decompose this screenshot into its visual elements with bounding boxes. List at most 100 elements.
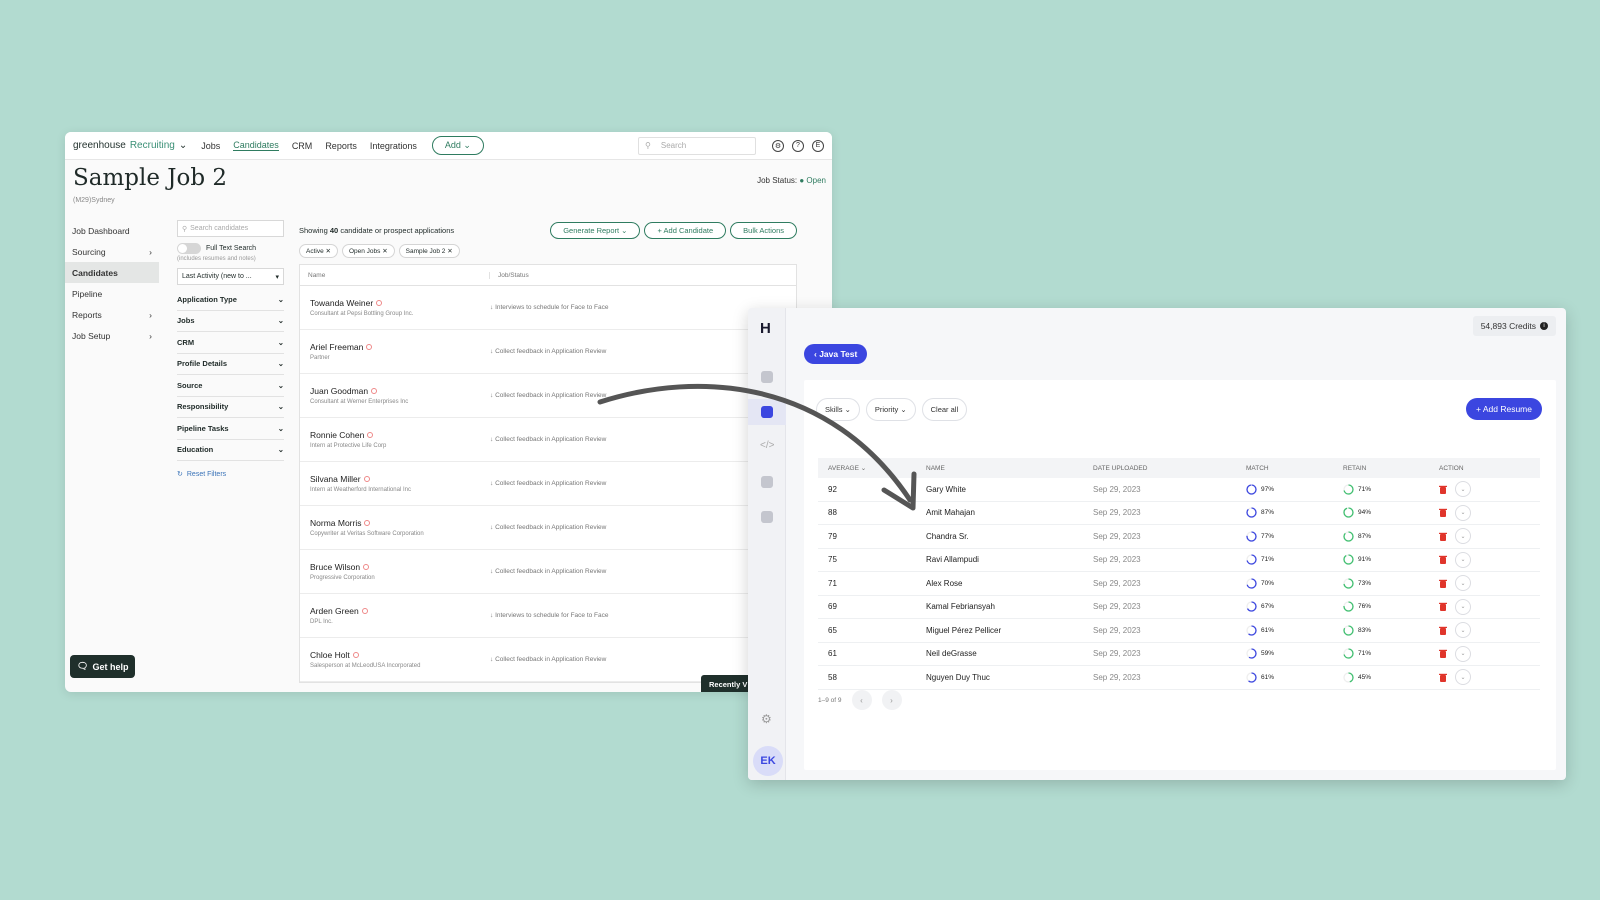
expand-row-button[interactable]: ⌄ — [1455, 669, 1471, 686]
avatar[interactable]: EK — [753, 746, 783, 776]
sidebar-item-plugins[interactable] — [748, 469, 786, 495]
filter-source[interactable]: Source ⌄ — [177, 375, 284, 397]
table-row[interactable]: 79 Chandra Sr. Sep 29, 2023 77% 87% ⌄ — [818, 525, 1540, 549]
priority-filter[interactable]: Priority ⌄ — [865, 398, 916, 421]
table-row[interactable]: 71 Alex Rose Sep 29, 2023 70% 73% ⌄ — [818, 572, 1540, 596]
sidebar-item-sourcing[interactable]: Sourcing › — [65, 241, 159, 262]
col-match[interactable]: MATCH — [1246, 465, 1343, 472]
resume-name[interactable]: Gary White — [926, 485, 1093, 494]
nav-candidates[interactable]: Candidates — [233, 140, 279, 151]
candidate-name-link[interactable]: Ronnie Cohen — [310, 430, 490, 440]
resume-name[interactable]: Ravi Allampudi — [926, 555, 1093, 564]
trash-icon[interactable] — [1439, 555, 1447, 565]
reset-filters-link[interactable]: ↻ Reset Filters — [177, 470, 284, 479]
table-row[interactable]: Ariel Freeman Partner ↓ Collect feedback i… — [300, 330, 796, 374]
sidebar-item-job-setup[interactable]: Job Setup › — [65, 325, 159, 346]
table-row[interactable]: Norma Morris Copywriter at Veritas Softwa… — [300, 506, 796, 550]
table-row[interactable]: 88 Amit Mahajan Sep 29, 2023 87% 94% ⌄ — [818, 502, 1540, 525]
filter-education[interactable]: Education ⌄ — [177, 440, 284, 461]
filter-responsibility[interactable]: Responsibility ⌄ — [177, 397, 284, 418]
trash-icon[interactable] — [1439, 508, 1447, 518]
candidate-name-link[interactable]: Juan Goodman — [310, 386, 490, 396]
table-row[interactable]: Juan Goodman Consultant at Werner Enterpr… — [300, 374, 796, 418]
table-row[interactable]: 61 Neil deGrasse Sep 29, 2023 59% 71% ⌄ — [818, 643, 1540, 666]
sidebar-item-job-dashboard[interactable]: Job Dashboard — [65, 220, 159, 241]
filter-jobs[interactable]: Jobs ⌄ — [177, 311, 284, 332]
table-row[interactable]: Silvana Miller Intern at Weatherford Inte… — [300, 462, 796, 506]
candidate-name-link[interactable]: Norma Morris — [310, 518, 490, 528]
col-date-uploaded[interactable]: DATE UPLOADED — [1093, 465, 1246, 472]
add-resume-button[interactable]: + Add Resume — [1466, 398, 1542, 420]
nav-reports[interactable]: Reports — [325, 141, 357, 151]
resume-name[interactable]: Nguyen Duy Thuc — [926, 673, 1093, 682]
expand-row-button[interactable]: ⌄ — [1455, 598, 1471, 615]
info-icon[interactable]: i — [1540, 322, 1548, 330]
expand-row-button[interactable]: ⌄ — [1455, 645, 1471, 662]
expand-row-button[interactable]: ⌄ — [1455, 481, 1471, 498]
resume-name[interactable]: Miguel Pérez Pellicer — [926, 626, 1093, 635]
skills-filter[interactable]: Skills ⌄ — [816, 398, 860, 421]
col-retain[interactable]: RETAIN — [1343, 465, 1439, 472]
table-row[interactable]: 65 Miguel Pérez Pellicer Sep 29, 2023 61% 83… — [818, 619, 1540, 643]
close-icon[interactable]: ✕ — [326, 248, 331, 255]
trash-icon[interactable] — [1439, 673, 1447, 682]
candidate-name-link[interactable]: Silvana Miller — [310, 474, 490, 484]
candidate-search-input[interactable]: ⚲ Search candidates — [177, 220, 284, 237]
col-average[interactable]: AVERAGE ⌄ — [818, 464, 926, 472]
bulk-actions-button[interactable]: Bulk Actions — [730, 221, 797, 239]
filter-crm[interactable]: CRM ⌄ — [177, 332, 284, 354]
table-row[interactable]: Bruce Wilson Progressive Corporation ↓ Col… — [300, 550, 796, 594]
resume-name[interactable]: Chandra Sr. — [926, 532, 1093, 541]
add-button[interactable]: Add ⌄ — [431, 136, 484, 155]
generate-report-button[interactable]: Generate Report ⌄ — [550, 221, 641, 239]
candidate-name-link[interactable]: Arden Green — [310, 606, 490, 616]
get-help-button[interactable]: 🗨 Get help — [70, 655, 136, 678]
nav-jobs[interactable]: Jobs — [201, 141, 220, 151]
resume-name[interactable]: Kamal Febriansyah — [926, 602, 1093, 611]
table-row[interactable]: Arden Green DPL Inc. ↓ Interviews to sched… — [300, 594, 796, 638]
next-page-button[interactable]: › — [881, 690, 902, 710]
col-job-status[interactable]: Job/Status — [490, 272, 529, 279]
expand-row-button[interactable]: ⌄ — [1455, 575, 1471, 592]
table-row[interactable]: Ronnie Cohen Intern at Protective Life Co… — [300, 418, 796, 462]
col-name[interactable]: Name — [300, 271, 490, 279]
nav-integrations[interactable]: Integrations — [370, 141, 417, 151]
sort-select[interactable]: Last Activity (new to ... ▾ — [177, 268, 284, 285]
candidate-name-link[interactable]: Bruce Wilson — [310, 562, 490, 572]
back-button[interactable]: ‹ Java Test — [804, 344, 868, 364]
candidate-name-link[interactable]: Towanda Weiner — [310, 298, 490, 308]
filter-chip-sample-job[interactable]: Sample Job 2 ✕ — [398, 244, 460, 258]
trash-icon[interactable] — [1439, 485, 1447, 494]
candidate-name-link[interactable]: Ariel Freeman — [310, 342, 490, 352]
user-icon[interactable]: E — [812, 139, 824, 152]
expand-row-button[interactable]: ⌄ — [1455, 504, 1471, 521]
resume-name[interactable]: Amit Mahajan — [926, 508, 1093, 517]
sidebar-item-pipeline[interactable]: Pipeline — [65, 283, 159, 304]
gear-icon[interactable]: ⚙ — [761, 712, 772, 726]
greenhouse-logo[interactable]: greenhouse Recruiting ⌄ — [73, 140, 187, 151]
col-name[interactable]: NAME — [926, 465, 1093, 472]
sidebar-item-reports[interactable]: Reports › — [65, 304, 159, 325]
full-text-search-toggle[interactable] — [177, 243, 201, 254]
clear-all-button[interactable]: Clear all — [921, 398, 968, 421]
filter-profile-details[interactable]: Profile Details ⌄ — [177, 354, 284, 375]
help-icon[interactable]: ? — [792, 139, 804, 152]
trash-icon[interactable] — [1439, 532, 1447, 541]
table-row[interactable]: Towanda Weiner Consultant at Pepsi Bottli… — [300, 286, 796, 330]
table-row[interactable]: 75 Ravi Allampudi Sep 29, 2023 71% 91% ⌄ — [818, 549, 1540, 572]
table-row[interactable]: 58 Nguyen Duy Thuc Sep 29, 2023 61% 45% ⌄ — [818, 666, 1540, 690]
expand-row-button[interactable]: ⌄ — [1455, 622, 1471, 639]
candidate-name-link[interactable]: Chloe Holt — [310, 650, 490, 660]
filter-application-type[interactable]: Application Type ⌄ — [177, 289, 284, 311]
close-icon[interactable]: ✕ — [447, 248, 452, 255]
gear-icon[interactable]: ⚙ — [772, 139, 784, 152]
sidebar-item-home[interactable] — [748, 364, 786, 390]
table-row[interactable]: 92 Gary White Sep 29, 2023 97% 71% ⌄ — [818, 478, 1540, 502]
sidebar-item-resumes[interactable] — [748, 399, 786, 425]
prev-page-button[interactable]: ‹ — [851, 690, 872, 710]
search-input[interactable]: ⚲ Search — [638, 136, 756, 155]
sidebar-item-reports[interactable] — [748, 504, 786, 530]
trash-icon[interactable] — [1439, 579, 1447, 588]
expand-row-button[interactable]: ⌄ — [1455, 551, 1471, 568]
add-candidate-button[interactable]: + Add Candidate — [644, 221, 727, 239]
